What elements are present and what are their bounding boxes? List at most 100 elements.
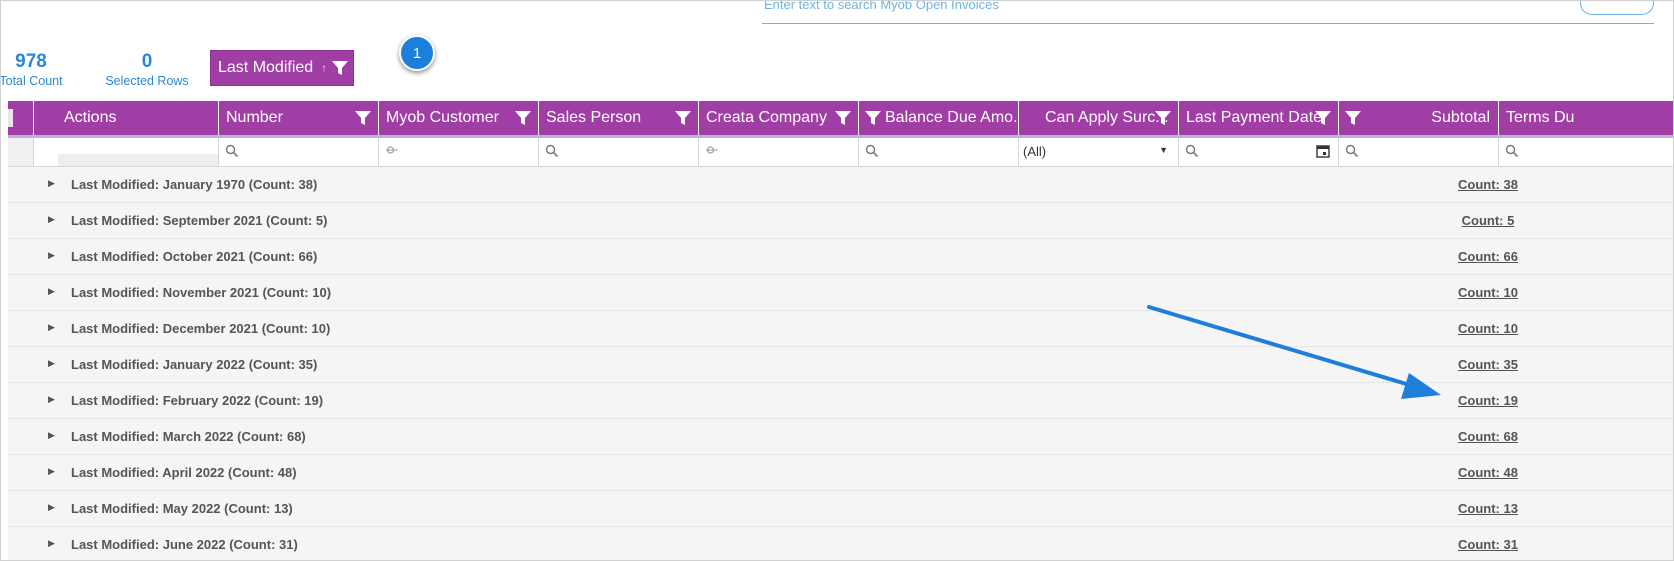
- grid-page: 978 Total Count 0 Selected Rows Last Mod…: [0, 0, 1674, 561]
- filter-icon[interactable]: [1154, 109, 1172, 127]
- total-count-label: Total Count: [0, 74, 63, 88]
- selected-rows-counter: 0 Selected Rows: [97, 51, 197, 89]
- column-header-label: Terms Du: [1506, 109, 1575, 126]
- group-row-count[interactable]: Count: 38: [1428, 177, 1548, 192]
- sort-ascending-icon[interactable]: ↑: [321, 61, 327, 75]
- expand-caret-icon[interactable]: ▶: [48, 430, 55, 441]
- group-row-count[interactable]: Count: 19: [1428, 393, 1548, 408]
- filter-cell-actions: [34, 138, 219, 166]
- can-apply-select-value[interactable]: (All): [1023, 144, 1046, 159]
- group-row[interactable]: ▶ Last Modified: May 2022 (Count: 13) Co…: [8, 491, 1673, 527]
- expand-caret-icon[interactable]: ▶: [48, 286, 55, 297]
- expand-caret-icon[interactable]: ▶: [48, 394, 55, 405]
- group-row-count[interactable]: Count: 13: [1428, 501, 1548, 516]
- group-row-count[interactable]: Count: 48: [1428, 465, 1548, 480]
- total-count-counter: 978 Total Count: [0, 51, 69, 89]
- column-header-subtotal[interactable]: Subtotal: [1339, 101, 1499, 135]
- group-row-count[interactable]: Count: 5: [1428, 213, 1548, 228]
- grid-header-row: Actions Number Myob Customer Sales Perso…: [8, 101, 1673, 135]
- column-header-can-apply-surcharge[interactable]: Can Apply Surc...: [1019, 101, 1179, 135]
- column-header-label: Can Apply Surc...: [1045, 109, 1169, 126]
- search-icon: [865, 144, 879, 158]
- group-row-label: Last Modified: January 1970 (Count: 38): [71, 177, 318, 192]
- calendar-icon[interactable]: [1316, 144, 1330, 158]
- filter-icon[interactable]: [514, 109, 532, 127]
- search-icon: [1505, 144, 1519, 158]
- filter-cell-creata-company[interactable]: [699, 138, 859, 166]
- group-by-last-modified-chip[interactable]: Last Modified ↑: [210, 50, 354, 86]
- expand-caret-icon[interactable]: ▶: [48, 214, 55, 225]
- group-row-label: Last Modified: June 2022 (Count: 31): [71, 537, 298, 552]
- group-row-count[interactable]: Count: 68: [1428, 429, 1548, 444]
- group-row[interactable]: ▶ Last Modified: February 2022 (Count: 1…: [8, 383, 1673, 419]
- search-bar: [762, 1, 1654, 24]
- column-header-number[interactable]: Number: [219, 101, 379, 135]
- column-header-label: Balance Due Amo...: [885, 109, 1019, 126]
- group-row-count[interactable]: Count: 66: [1428, 249, 1548, 264]
- group-row-count[interactable]: Count: 35: [1428, 357, 1548, 372]
- filter-cell-last-payment-date[interactable]: [1179, 138, 1339, 166]
- filter-cell-terms-due[interactable]: [1499, 138, 1673, 166]
- filter-cell-balance-due[interactable]: [859, 138, 1019, 166]
- filter-cell-number[interactable]: [219, 138, 379, 166]
- column-header-label: Number: [226, 109, 283, 126]
- search-icon: [1345, 144, 1359, 158]
- group-row-label: Last Modified: December 2021 (Count: 10): [71, 321, 331, 336]
- expand-caret-icon[interactable]: ▶: [48, 178, 55, 189]
- group-row[interactable]: ▶ Last Modified: November 2021 (Count: 1…: [8, 275, 1673, 311]
- column-header-last-payment-date[interactable]: Last Payment Date: [1179, 101, 1339, 135]
- chevron-down-icon[interactable]: ▼: [1159, 145, 1168, 155]
- expand-caret-icon[interactable]: ▶: [48, 250, 55, 261]
- column-header-sales-person[interactable]: Sales Person: [539, 101, 699, 135]
- group-row[interactable]: ▶ Last Modified: June 2022 (Count: 31) C…: [8, 527, 1673, 560]
- column-header-label: Myob Customer: [386, 109, 499, 126]
- filter-cell-myob-customer[interactable]: [379, 138, 539, 166]
- group-row-label: Last Modified: November 2021 (Count: 10): [71, 285, 332, 300]
- group-row-count[interactable]: Count: 10: [1428, 285, 1548, 300]
- column-header-actions[interactable]: Actions: [34, 101, 219, 135]
- group-row[interactable]: ▶ Last Modified: January 1970 (Count: 38…: [8, 167, 1673, 203]
- header-handle: [8, 101, 34, 135]
- column-header-balance-due-amount[interactable]: Balance Due Amo...: [859, 101, 1019, 135]
- filter-icon[interactable]: [834, 109, 852, 127]
- group-row[interactable]: ▶ Last Modified: September 2021 (Count: …: [8, 203, 1673, 239]
- filter-row: (All) ▼: [8, 138, 1673, 167]
- column-header-myob-customer[interactable]: Myob Customer: [379, 101, 539, 135]
- step-number-badge: 1: [399, 35, 435, 71]
- group-row[interactable]: ▶ Last Modified: December 2021 (Count: 1…: [8, 311, 1673, 347]
- expand-caret-icon[interactable]: ▶: [48, 502, 55, 513]
- group-row[interactable]: ▶ Last Modified: January 2022 (Count: 35…: [8, 347, 1673, 383]
- expand-caret-icon[interactable]: ▶: [48, 538, 55, 549]
- search-input[interactable]: [762, 1, 1546, 15]
- expand-caret-icon[interactable]: ▶: [48, 322, 55, 333]
- filter-cell-subtotal[interactable]: [1339, 138, 1499, 166]
- expand-caret-icon[interactable]: ▶: [48, 358, 55, 369]
- group-rows: ▶ Last Modified: January 1970 (Count: 38…: [8, 167, 1673, 560]
- filter-options-icon[interactable]: [705, 144, 719, 158]
- filter-icon[interactable]: [354, 109, 372, 127]
- search-button[interactable]: [1580, 1, 1654, 15]
- search-icon: [225, 144, 239, 158]
- filter-icon[interactable]: [1344, 109, 1362, 127]
- group-row[interactable]: ▶ Last Modified: October 2021 (Count: 66…: [8, 239, 1673, 275]
- group-row-count[interactable]: Count: 31: [1428, 537, 1548, 552]
- filter-options-icon[interactable]: [385, 144, 399, 158]
- filter-cell-can-apply-surcharge[interactable]: (All) ▼: [1019, 138, 1179, 166]
- filter-cell-sales-person[interactable]: [539, 138, 699, 166]
- filter-icon[interactable]: [674, 109, 692, 127]
- total-count-value: 978: [15, 51, 47, 72]
- expand-caret-icon[interactable]: ▶: [48, 466, 55, 477]
- group-row-label: Last Modified: April 2022 (Count: 48): [71, 465, 297, 480]
- group-row-count[interactable]: Count: 10: [1428, 321, 1548, 336]
- column-header-creata-company[interactable]: Creata Company: [699, 101, 859, 135]
- filter-icon[interactable]: [1314, 109, 1332, 127]
- group-row[interactable]: ▶ Last Modified: March 2022 (Count: 68) …: [8, 419, 1673, 455]
- group-row-label: Last Modified: March 2022 (Count: 68): [71, 429, 306, 444]
- column-header-label: Subtotal: [1431, 109, 1490, 126]
- column-header-terms-due[interactable]: Terms Du: [1499, 101, 1673, 135]
- column-header-label: Sales Person: [546, 109, 642, 126]
- filter-icon[interactable]: [864, 109, 882, 127]
- filter-icon[interactable]: [331, 59, 349, 77]
- group-row[interactable]: ▶ Last Modified: April 2022 (Count: 48) …: [8, 455, 1673, 491]
- search-icon: [1185, 144, 1199, 158]
